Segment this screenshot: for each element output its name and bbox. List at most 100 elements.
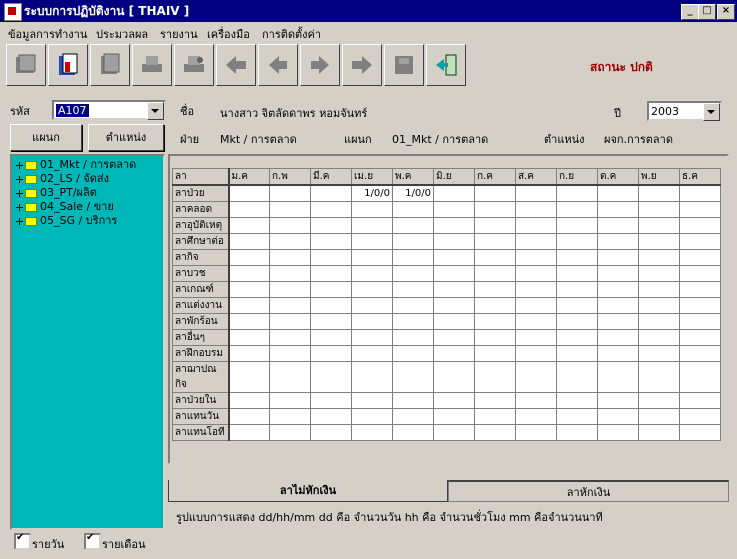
leave-cell[interactable] <box>269 408 311 425</box>
chevron-down-icon[interactable] <box>147 102 164 120</box>
leave-cell[interactable] <box>433 345 475 362</box>
leave-cell[interactable] <box>433 184 475 202</box>
leave-cell[interactable] <box>679 201 721 218</box>
maximize-button[interactable]: □ <box>698 4 716 20</box>
leave-cell[interactable] <box>351 345 393 362</box>
leave-cell[interactable] <box>474 217 516 234</box>
leave-cell[interactable] <box>474 361 516 393</box>
leave-cell[interactable] <box>679 184 721 202</box>
year-combo[interactable]: 2003 <box>647 101 722 121</box>
leave-cell[interactable] <box>392 249 434 266</box>
leave-cell[interactable] <box>269 392 311 409</box>
leave-cell[interactable] <box>638 265 680 282</box>
leave-cell[interactable] <box>228 233 270 250</box>
leave-cell[interactable] <box>515 424 557 441</box>
leave-cell[interactable] <box>597 201 639 218</box>
leave-cell[interactable] <box>228 361 270 393</box>
leave-cell[interactable] <box>679 313 721 330</box>
close-button[interactable]: × <box>717 4 735 20</box>
leave-cell[interactable] <box>474 249 516 266</box>
leave-cell[interactable] <box>556 265 598 282</box>
leave-cell[interactable] <box>474 265 516 282</box>
leave-cell[interactable] <box>351 329 393 346</box>
leave-cell[interactable] <box>515 217 557 234</box>
leave-cell[interactable] <box>228 313 270 330</box>
leave-cell[interactable] <box>556 361 598 393</box>
leave-cell[interactable] <box>556 329 598 346</box>
leave-cell[interactable] <box>269 249 311 266</box>
menu-tools[interactable]: เครื่องมือ <box>207 25 250 43</box>
position-button[interactable]: ตำแหน่ง <box>88 124 164 151</box>
leave-cell[interactable] <box>515 329 557 346</box>
leave-cell[interactable] <box>228 184 270 202</box>
tab-deduction[interactable]: ลาหักเงิน <box>448 480 729 502</box>
expand-icon[interactable] <box>16 161 23 169</box>
prev-record-button[interactable] <box>258 44 298 86</box>
leave-cell[interactable] <box>351 281 393 298</box>
leave-cell[interactable] <box>310 424 352 441</box>
expand-icon[interactable] <box>16 175 23 183</box>
menu-settings[interactable]: การติดตั้งค่า <box>262 25 321 43</box>
document-button[interactable] <box>90 44 130 86</box>
leave-cell[interactable] <box>638 313 680 330</box>
tree-item[interactable]: 03_PT/ผลิต <box>16 186 97 200</box>
menu-report[interactable]: รายงาน <box>160 25 198 43</box>
leave-cell[interactable] <box>228 281 270 298</box>
leave-cell[interactable] <box>556 297 598 314</box>
leave-cell[interactable] <box>392 345 434 362</box>
leave-cell[interactable] <box>392 297 434 314</box>
leave-cell[interactable] <box>556 392 598 409</box>
leave-cell[interactable] <box>638 249 680 266</box>
leave-cell[interactable] <box>597 408 639 425</box>
leave-cell[interactable] <box>351 361 393 393</box>
print-preview-button[interactable] <box>174 44 214 86</box>
leave-cell[interactable] <box>556 217 598 234</box>
leave-cell[interactable] <box>679 297 721 314</box>
leave-cell[interactable] <box>474 329 516 346</box>
leave-cell[interactable] <box>515 265 557 282</box>
tree-item[interactable]: 01_Mkt / การตลาด <box>16 158 136 172</box>
leave-cell[interactable] <box>515 249 557 266</box>
leave-cell[interactable] <box>515 297 557 314</box>
leave-cell[interactable] <box>310 217 352 234</box>
leave-cell[interactable] <box>638 297 680 314</box>
leave-cell[interactable] <box>351 424 393 441</box>
print-button[interactable] <box>132 44 172 86</box>
binder-button[interactable] <box>48 44 88 86</box>
leave-cell[interactable] <box>515 345 557 362</box>
leave-cell[interactable] <box>515 281 557 298</box>
leave-cell[interactable] <box>638 424 680 441</box>
leave-cell[interactable] <box>310 329 352 346</box>
tree-item[interactable]: 02_LS / จัดส่ง <box>16 172 109 186</box>
leave-cell[interactable] <box>433 392 475 409</box>
leave-cell[interactable] <box>392 201 434 218</box>
leave-cell[interactable] <box>433 329 475 346</box>
leave-cell[interactable] <box>269 313 311 330</box>
leave-cell[interactable] <box>638 345 680 362</box>
leave-cell[interactable] <box>474 297 516 314</box>
leave-cell[interactable] <box>474 313 516 330</box>
leave-cell[interactable] <box>269 217 311 234</box>
leave-cell[interactable] <box>638 281 680 298</box>
leave-cell[interactable] <box>515 201 557 218</box>
leave-cell[interactable] <box>679 265 721 282</box>
book-button[interactable] <box>6 44 46 86</box>
leave-cell[interactable] <box>638 184 680 202</box>
leave-cell[interactable] <box>351 297 393 314</box>
leave-cell[interactable] <box>679 233 721 250</box>
leave-cell[interactable] <box>392 392 434 409</box>
expand-icon[interactable] <box>16 189 23 197</box>
leave-cell[interactable] <box>474 408 516 425</box>
leave-cell[interactable] <box>228 392 270 409</box>
leave-cell[interactable] <box>351 313 393 330</box>
leave-cell[interactable] <box>474 281 516 298</box>
leave-cell[interactable] <box>433 249 475 266</box>
leave-cell[interactable] <box>269 184 311 202</box>
leave-cell[interactable] <box>392 361 434 393</box>
leave-cell[interactable] <box>597 329 639 346</box>
leave-cell[interactable] <box>269 424 311 441</box>
leave-cell[interactable] <box>433 281 475 298</box>
leave-cell[interactable] <box>638 329 680 346</box>
leave-cell[interactable] <box>392 313 434 330</box>
leave-cell[interactable] <box>679 392 721 409</box>
